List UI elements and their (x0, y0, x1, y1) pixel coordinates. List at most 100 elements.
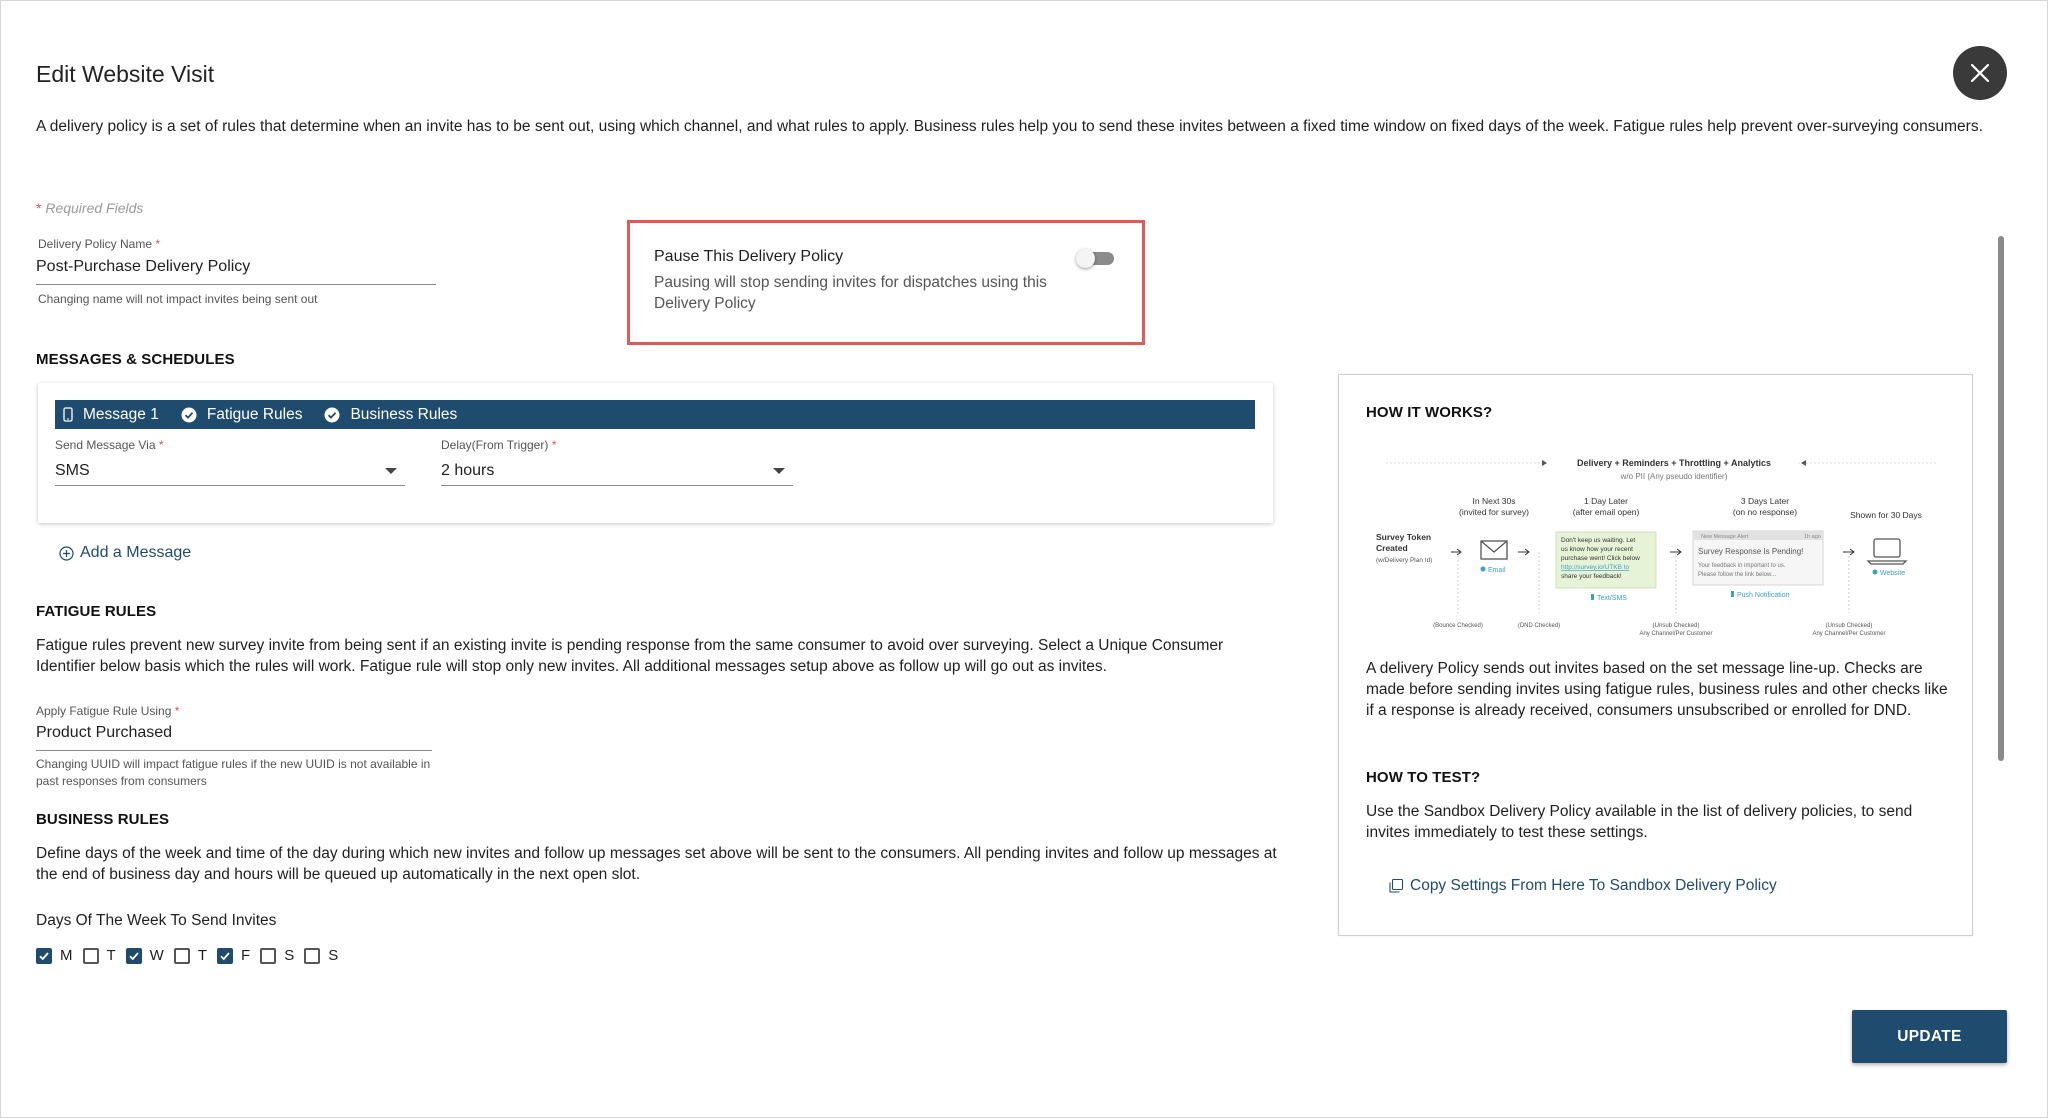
check-circle-icon (324, 407, 340, 423)
checkbox[interactable] (36, 947, 52, 964)
day-checkbox-sunday[interactable]: S (304, 947, 338, 964)
update-button[interactable]: UPDATE (1852, 1010, 2007, 1063)
push-body: Your feedback in important to us. (1698, 563, 1786, 569)
copy-settings-label: Copy Settings From Here To Sandbox Deliv… (1410, 877, 1777, 894)
dialog-intro: A delivery policy is a set of rules that… (36, 118, 1983, 135)
step3-timing: 3 Days Later (1741, 496, 1789, 506)
pause-policy-toggle[interactable] (1076, 249, 1116, 268)
add-message-button[interactable]: Add a Message (59, 544, 191, 562)
mobile-icon (1591, 594, 1594, 600)
tab-fatigue-rules[interactable]: Fatigue Rules (181, 405, 303, 424)
diagram-start-line2: Created (1376, 543, 1408, 553)
required-star: * (155, 438, 164, 452)
checkbox[interactable] (217, 947, 234, 964)
check-label: (DND Checked) (1518, 623, 1560, 629)
tab-message-1[interactable]: Message 1 (63, 406, 159, 424)
checkbox[interactable] (260, 947, 277, 964)
arrow-right-icon (1451, 548, 1462, 556)
policy-name-input[interactable]: Post-Purchase Delivery Policy (36, 255, 436, 285)
day-label: W (149, 947, 164, 964)
checkbox[interactable] (125, 947, 142, 964)
fatigue-rule-input[interactable]: Product Purchased (36, 721, 432, 751)
close-button[interactable] (1953, 46, 2007, 100)
day-checkbox-wednesday[interactable]: W (125, 947, 164, 964)
checkbox[interactable] (82, 947, 99, 964)
step2-channel-label: Text/SMS (1597, 595, 1627, 602)
plus-circle-icon (59, 545, 74, 561)
arrow-right-icon (1670, 548, 1682, 556)
tab-label: Message 1 (83, 405, 159, 423)
required-star: * (171, 704, 180, 718)
copy-settings-link[interactable]: Copy Settings From Here To Sandbox Deliv… (1388, 877, 1777, 895)
day-checkbox-tuesday[interactable]: T (82, 947, 116, 964)
pause-policy-title: Pause This Delivery Policy (654, 248, 844, 265)
send-via-value: SMS (55, 461, 90, 479)
day-checkbox-thursday[interactable]: T (173, 947, 208, 964)
chevron-down-icon (773, 467, 785, 474)
arrow-right-icon (1843, 548, 1855, 556)
step4-timing: Shown for 30 Days (1850, 510, 1922, 520)
step1-channel-label: Email (1488, 567, 1506, 574)
push-bar-title: New Message Alert (1701, 534, 1749, 540)
day-checkbox-friday[interactable]: F (217, 947, 250, 964)
fatigue-rule-hint: Changing UUID will impact fatigue rules … (36, 757, 431, 788)
delay-value: 2 hours (441, 461, 495, 479)
channel-dot (1480, 566, 1486, 572)
delay-label-text: Delay(From Trigger) (441, 438, 549, 452)
sms-line: share your feedback! (1561, 573, 1622, 580)
required-text: Required Fields (41, 200, 144, 216)
chevron-down-icon (385, 467, 397, 474)
fatigue-rules-description: Fatigue rules prevent new survey invite … (36, 637, 1224, 675)
check-label: Any Channel/Per Customer (1812, 631, 1885, 637)
required-fields-note: * Required Fields (36, 200, 143, 216)
tab-business-rules[interactable]: Business Rules (324, 406, 457, 424)
required-star: * (152, 237, 161, 251)
how-to-test-description: Use the Sandbox Delivery Policy availabl… (1366, 803, 1913, 841)
check-label: (Unsub Checked) (1826, 623, 1873, 629)
send-via-label: Send Message Via * (55, 438, 164, 452)
close-icon (1970, 63, 1990, 83)
add-message-label: Add a Message (80, 544, 192, 561)
policy-name-label-text: Delivery Policy Name (38, 237, 153, 251)
toggle-knob (1076, 249, 1095, 268)
check-label: Any Channel/Per Customer (1639, 631, 1712, 637)
checkbox[interactable] (173, 947, 190, 964)
step3-timing-sub: (on no response) (1733, 507, 1797, 517)
sms-line: us know how your recent (1561, 546, 1633, 553)
business-rules-heading: BUSINESS RULES (36, 811, 170, 828)
day-label: F (241, 947, 251, 964)
policy-name-label: Delivery Policy Name * (38, 237, 160, 251)
email-icon (1480, 540, 1508, 560)
sms-line: Don't keep us waiting. Let (1561, 537, 1635, 544)
sms-line: purchase went! Click below (1561, 555, 1640, 562)
tab-label: Fatigue Rules (206, 405, 303, 423)
scrollbar-thumb[interactable] (1998, 236, 2004, 761)
fatigue-label-text: Apply Fatigue Rule Using (36, 704, 172, 718)
days-of-week-checkboxes: M T W T F S S (36, 947, 348, 964)
fatigue-rule-label: Apply Fatigue Rule Using * (36, 704, 179, 718)
fatigue-rules-heading: FATIGUE RULES (36, 603, 157, 620)
day-label: T (197, 947, 208, 964)
step4-channel-label: Website (1880, 570, 1905, 577)
how-it-works-description: A delivery Policy sends out invites base… (1366, 660, 1948, 719)
day-label: M (60, 947, 73, 964)
check-circle-icon (181, 407, 197, 423)
step2-timing-sub: (after email open) (1573, 507, 1640, 517)
how-to-test-heading: HOW TO TEST? (1366, 769, 1481, 786)
arrow-left-icon (1801, 460, 1806, 466)
day-checkbox-saturday[interactable]: S (260, 947, 294, 964)
arrow-right-icon (1518, 548, 1530, 556)
mobile-icon (63, 407, 73, 422)
mobile-icon (1731, 591, 1734, 597)
diagram-header: Delivery + Reminders + Throttling + Anal… (1577, 458, 1771, 468)
check-label: (Bounce Checked) (1433, 623, 1483, 629)
checkbox[interactable] (304, 947, 321, 964)
push-bar-time: 1h ago (1804, 534, 1821, 540)
laptop-icon (1866, 538, 1908, 565)
step2-timing: 1 Day Later (1584, 496, 1628, 506)
checkmark-icon (220, 951, 230, 960)
send-via-select[interactable]: SMS (55, 456, 405, 486)
step3-channel-label: Push Notification (1737, 592, 1790, 599)
delay-select[interactable]: 2 hours (441, 456, 793, 486)
day-checkbox-monday[interactable]: M (36, 947, 73, 964)
